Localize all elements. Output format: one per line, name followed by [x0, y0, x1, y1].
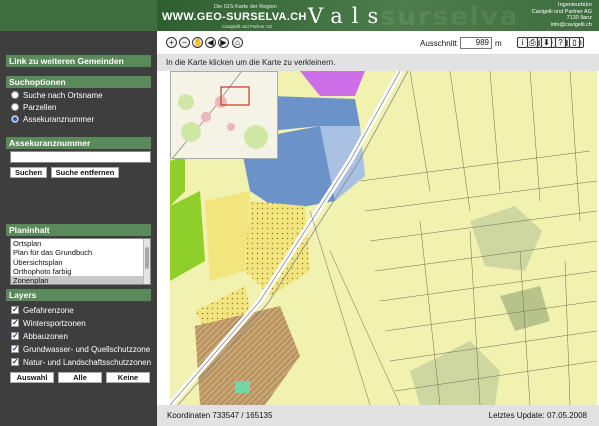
layers-title: Layers: [6, 289, 151, 301]
list-item[interactable]: Ortsplan: [11, 239, 150, 248]
assekuranz-input[interactable]: [10, 151, 151, 163]
banner-tagline: Die GIS-Karte der Region: [214, 4, 277, 10]
company-line: Cavigelli und Partner AG: [531, 8, 592, 15]
company-line: 7130 Ilanz: [566, 15, 592, 22]
banner-subtagline: Caviglelli und Partner AG: [222, 24, 273, 29]
no-layers-button[interactable]: Keine: [106, 372, 150, 383]
status-bar: Koordinaten 733547 / 165135 Letztes Upda…: [157, 405, 599, 426]
update-label: Letztes Update:: [488, 411, 545, 420]
help-icon[interactable]: ?: [555, 37, 566, 48]
layer-label: Gefahrenzone: [23, 306, 74, 315]
overview-svg: [171, 72, 277, 158]
radio-label: Assekuranznummer: [23, 115, 95, 124]
scroll-thumb[interactable]: [145, 247, 149, 269]
banner-watermark: surselva: [380, 2, 520, 31]
radio-assekuranz[interactable]: [11, 115, 19, 123]
overview-map[interactable]: [170, 71, 278, 159]
all-layers-button[interactable]: Alle: [58, 372, 102, 383]
layer-label: Wintersportzonen: [23, 319, 86, 328]
zoom-out-icon[interactable]: −: [179, 37, 190, 48]
radio-label: Suche nach Ortsname: [23, 91, 103, 100]
coords-value: 733547 / 165135: [212, 411, 273, 420]
home-icon[interactable]: ⌂: [232, 37, 243, 48]
page-title: Vals: [308, 4, 388, 28]
header-banner: surselva Die GIS-Karte der Region WWW.GE…: [0, 0, 599, 31]
checkbox[interactable]: [11, 343, 19, 354]
layer-natur[interactable]: Natur- und Landschaftsschutzzonen: [11, 356, 152, 368]
map-instruction: In die Karte klicken um die Karte zu ver…: [157, 55, 599, 71]
layer-label: Abbauzonen: [23, 332, 68, 341]
company-email[interactable]: info@cavigelli.ch: [532, 22, 592, 29]
last-update: Letztes Update: 07.05.2008: [489, 411, 587, 420]
search-button[interactable]: Suchen: [10, 167, 47, 178]
link-gemeinden[interactable]: Link zu weiteren Gemeinden: [6, 55, 151, 67]
search-option-ortsname[interactable]: Suche nach Ortsname: [11, 90, 103, 101]
scale-unit: m: [495, 39, 502, 48]
layer-label: Natur- und Landschaftsschutzzonen: [23, 358, 152, 367]
update-value: 07.05.2008: [546, 411, 587, 420]
select-layers-button[interactable]: Auswahl: [10, 372, 54, 383]
radio-label: Parzellen: [23, 103, 57, 112]
sidebar: Link zu weiteren Gemeinden Suchoptionen …: [0, 31, 157, 426]
radio-parzellen[interactable]: [11, 103, 19, 111]
list-item-selected[interactable]: Zonenplan: [11, 276, 150, 284]
site-url[interactable]: WWW.GEO-SURSELVA.CH: [162, 11, 307, 23]
print-icon[interactable]: ⎙: [527, 37, 538, 48]
list-item[interactable]: Orthophoto farbig: [11, 267, 150, 276]
pan-icon[interactable]: ✋: [192, 37, 203, 48]
clear-search-button[interactable]: Suche entfernen: [51, 167, 119, 178]
map-canvas[interactable]: [170, 71, 597, 405]
utility-icons: ⎙ ⬇ ? ▯: [527, 35, 597, 49]
list-scrollbar[interactable]: [143, 239, 150, 284]
list-item[interactable]: Plan für das Grundbuch: [11, 248, 150, 257]
company-line: Ingenieurbüro: [558, 2, 592, 8]
forward-icon[interactable]: ▶: [218, 37, 229, 48]
checkbox[interactable]: [11, 304, 19, 315]
back-icon[interactable]: ◀: [205, 37, 216, 48]
coords-label: Koordinaten: [167, 411, 211, 420]
layer-gefahrenzone[interactable]: Gefahrenzone: [11, 304, 74, 316]
download-icon[interactable]: ⬇: [541, 37, 552, 48]
checkbox[interactable]: [11, 317, 19, 328]
file-icon[interactable]: ▯: [569, 37, 580, 48]
search-field-title: Assekuranznummer: [6, 137, 151, 149]
checkbox[interactable]: [11, 356, 19, 367]
radio-ortsname[interactable]: [11, 91, 19, 99]
search-option-assekuranz[interactable]: Assekuranznummer: [11, 114, 94, 125]
zone-residential-light: [205, 191, 250, 281]
layer-wintersport[interactable]: Wintersportzonen: [11, 317, 86, 329]
zone-public: [270, 96, 360, 131]
layer-abbau[interactable]: Abbauzonen: [11, 330, 68, 342]
search-options-title: Suchoptionen: [6, 76, 151, 88]
planinhalt-list[interactable]: Ortsplan Plan für das Grundbuch Übersich…: [10, 238, 151, 285]
scale-input[interactable]: 989: [460, 37, 492, 49]
company-info: Ingenieurbüro Cavigelli und Partner AG 7…: [532, 2, 592, 28]
layer-grundwasser[interactable]: Grundwasser- und Quellschutzzone: [11, 343, 151, 355]
planinhalt-title: Planinhalt: [6, 224, 151, 236]
layer-label: Grundwasser- und Quellschutzzone: [23, 345, 151, 354]
search-option-parzellen[interactable]: Parzellen: [11, 102, 56, 113]
coordinates-readout: Koordinaten 733547 / 165135: [167, 411, 272, 420]
list-item[interactable]: Übersichtsplan: [11, 258, 150, 267]
app-window: surselva Die GIS-Karte der Region WWW.GE…: [0, 0, 599, 426]
scale-label: Ausschnitt: [420, 39, 457, 48]
zoom-in-icon[interactable]: +: [166, 37, 177, 48]
checkbox[interactable]: [11, 330, 19, 341]
zone-special: [235, 381, 250, 393]
